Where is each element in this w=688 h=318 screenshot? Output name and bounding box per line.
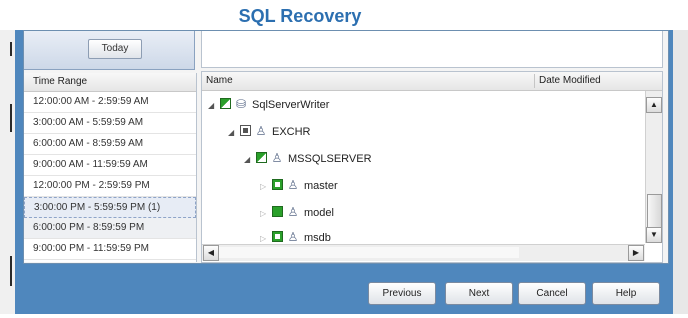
column-separator bbox=[534, 74, 535, 88]
tree-node-sqlserverwriter[interactable]: ◢ ⛁ SqlServerWriter bbox=[208, 94, 329, 114]
today-area: Today bbox=[24, 31, 195, 70]
database-icon: ♙ bbox=[287, 178, 299, 192]
time-range-row[interactable]: 12:00:00 AM - 2:59:59 AM bbox=[24, 92, 196, 113]
scroll-right-icon[interactable]: ▶ bbox=[628, 245, 644, 261]
node-checkbox[interactable] bbox=[220, 98, 231, 109]
component-tree: Name Date Modified ◢ ⛁ SqlServerWriter ◢ ♙ E… bbox=[201, 71, 663, 263]
node-checkbox[interactable] bbox=[272, 179, 283, 190]
edge-mark bbox=[10, 42, 12, 56]
time-range-row[interactable]: 9:00:00 AM - 11:59:59 AM bbox=[24, 155, 196, 176]
column-date-header[interactable]: Date Modified bbox=[539, 72, 601, 90]
tree-node-exchr[interactable]: ◢ ♙ EXCHR bbox=[228, 121, 311, 141]
tree-node-master[interactable]: ▷ ♙ master bbox=[260, 175, 338, 195]
writer-icon: ⛁ bbox=[235, 97, 247, 111]
tree-node-mssqlserver[interactable]: ◢ ♙ MSSQLSERVER bbox=[244, 148, 372, 168]
node-label: msdb bbox=[304, 232, 331, 244]
scroll-up-icon[interactable]: ▲ bbox=[646, 97, 662, 113]
server-icon: ♙ bbox=[255, 124, 267, 138]
details-box bbox=[201, 31, 663, 68]
time-range-row[interactable]: 9:00:00 PM - 11:59:59 PM bbox=[24, 239, 196, 260]
vertical-scrollbar[interactable]: ▲ ▼ bbox=[645, 91, 662, 243]
tree-node-model[interactable]: ▷ ♙ model bbox=[260, 202, 334, 222]
collapse-arrow-icon[interactable]: ▷ bbox=[260, 177, 272, 197]
scroll-thumb[interactable] bbox=[647, 194, 662, 230]
next-button[interactable]: Next bbox=[445, 282, 513, 305]
node-label: SqlServerWriter bbox=[252, 99, 330, 111]
left-edge bbox=[0, 30, 15, 314]
scroll-left-icon[interactable]: ◀ bbox=[203, 245, 219, 261]
time-range-header[interactable]: Time Range bbox=[24, 73, 196, 92]
node-checkbox[interactable] bbox=[240, 125, 251, 136]
node-checkbox[interactable] bbox=[256, 152, 267, 163]
node-label: model bbox=[304, 207, 334, 219]
time-range-row[interactable]: 12:00:00 PM - 2:59:59 PM bbox=[24, 176, 196, 197]
right-edge bbox=[673, 30, 688, 314]
horizontal-scrollbar[interactable]: ◀ ▶ bbox=[202, 244, 645, 261]
scroll-down-icon[interactable]: ▼ bbox=[646, 227, 662, 243]
edge-mark bbox=[10, 256, 12, 286]
expand-arrow-icon[interactable]: ◢ bbox=[208, 96, 220, 116]
dialog-panel: Today Time Range 12:00:00 AM - 2:59:59 A… bbox=[23, 30, 669, 264]
node-label: master bbox=[304, 180, 338, 192]
column-name-header[interactable]: Name bbox=[206, 72, 233, 90]
node-checkbox[interactable] bbox=[272, 206, 283, 217]
instance-icon: ♙ bbox=[271, 151, 283, 165]
horizontal-scroll-thumb[interactable] bbox=[219, 247, 519, 258]
today-button[interactable]: Today bbox=[88, 39, 142, 59]
dialog-footer: Previous Next Cancel Help bbox=[23, 268, 667, 308]
time-range-row[interactable]: 6:00:00 AM - 8:59:59 AM bbox=[24, 134, 196, 155]
help-button[interactable]: Help bbox=[592, 282, 660, 305]
collapse-arrow-icon[interactable]: ▷ bbox=[260, 204, 272, 224]
time-range-row[interactable]: 3:00:00 AM - 5:59:59 AM bbox=[24, 113, 196, 134]
node-label: MSSQLSERVER bbox=[288, 153, 372, 165]
node-checkbox[interactable] bbox=[272, 231, 283, 242]
edge-mark bbox=[10, 104, 12, 132]
database-icon: ♙ bbox=[287, 205, 299, 219]
node-label: EXCHR bbox=[272, 126, 311, 138]
time-range-row-selected[interactable]: 3:00:00 PM - 5:59:59 PM (1) bbox=[24, 197, 196, 218]
expand-arrow-icon[interactable]: ◢ bbox=[228, 123, 240, 143]
expand-arrow-icon[interactable]: ◢ bbox=[244, 150, 256, 170]
window-title: SQL Recovery bbox=[238, 6, 362, 26]
cancel-button[interactable]: Cancel bbox=[518, 282, 586, 305]
time-range-list: Time Range 12:00:00 AM - 2:59:59 AM 3:00… bbox=[24, 73, 197, 262]
previous-button[interactable]: Previous bbox=[368, 282, 436, 305]
tree-header: Name Date Modified bbox=[202, 72, 662, 91]
time-range-row[interactable]: 6:00:00 PM - 8:59:59 PM bbox=[24, 218, 196, 239]
